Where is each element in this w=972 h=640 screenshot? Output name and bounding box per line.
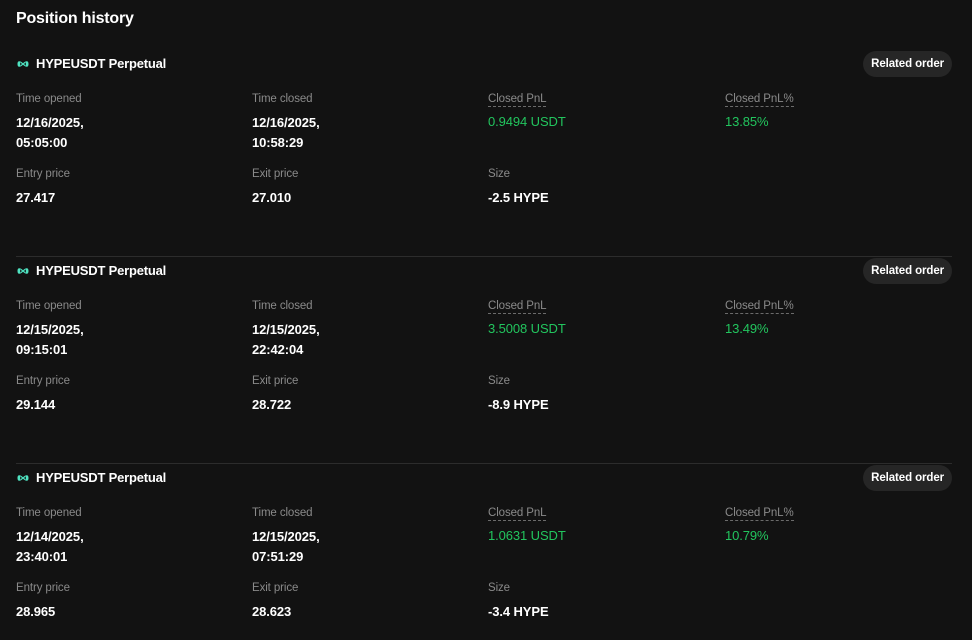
time-opened-date: 12/14/2025, bbox=[16, 529, 84, 544]
closed-pnl-pct-value: 13.49% bbox=[725, 321, 769, 336]
time-opened-time: 23:40:01 bbox=[16, 549, 68, 564]
time-opened-value: 12/16/2025, 05:05:00 bbox=[16, 113, 236, 153]
time-closed-value: 12/15/2025, 22:42:04 bbox=[252, 320, 472, 360]
size-value: -2.5 HYPE bbox=[488, 190, 549, 205]
closed-pnl-label[interactable]: Closed PnL bbox=[488, 93, 547, 107]
entry-price-field: Entry price 28.965 bbox=[16, 578, 236, 622]
time-closed-label: Time closed bbox=[252, 93, 313, 105]
time-opened-field: Time opened 12/16/2025, 05:05:00 bbox=[16, 89, 236, 153]
closed-pnl-field: Closed PnL 1.0631 USDT bbox=[488, 503, 708, 546]
closed-pnl-pct-label[interactable]: Closed PnL% bbox=[725, 300, 794, 314]
exit-price-label: Exit price bbox=[252, 168, 299, 180]
time-opened-value: 12/14/2025, 23:40:01 bbox=[16, 527, 236, 567]
symbol-link[interactable]: HYPEUSDT Perpetual bbox=[16, 264, 166, 278]
time-closed-date: 12/16/2025, bbox=[252, 115, 320, 130]
size-label: Size bbox=[488, 168, 510, 180]
entry-price-label: Entry price bbox=[16, 375, 70, 387]
time-closed-time: 07:51:29 bbox=[252, 549, 304, 564]
size-field: Size -3.4 HYPE bbox=[488, 578, 708, 622]
time-closed-label: Time closed bbox=[252, 300, 313, 312]
card-header: HYPEUSDT Perpetual Related order bbox=[16, 50, 952, 78]
size-label: Size bbox=[488, 375, 510, 387]
time-opened-value: 12/15/2025, 09:15:01 bbox=[16, 320, 236, 360]
time-opened-time: 09:15:01 bbox=[16, 342, 68, 357]
time-closed-field: Time closed 12/15/2025, 07:51:29 bbox=[252, 503, 472, 567]
hyperliquid-icon bbox=[17, 61, 29, 67]
closed-pnl-pct-value: 10.79% bbox=[725, 528, 769, 543]
position-card: HYPEUSDT Perpetual Related order Time op… bbox=[16, 464, 952, 640]
size-field: Size -8.9 HYPE bbox=[488, 371, 708, 415]
closed-pnl-pct-value: 13.85% bbox=[725, 114, 769, 129]
size-value: -3.4 HYPE bbox=[488, 604, 549, 619]
hyperliquid-icon bbox=[17, 475, 29, 481]
symbol-name: HYPEUSDT Perpetual bbox=[36, 470, 167, 485]
time-closed-field: Time closed 12/16/2025, 10:58:29 bbox=[252, 89, 472, 153]
time-closed-date: 12/15/2025, bbox=[252, 529, 320, 544]
card-header: HYPEUSDT Perpetual Related order bbox=[16, 464, 952, 492]
time-opened-date: 12/16/2025, bbox=[16, 115, 84, 130]
closed-pnl-field: Closed PnL 3.5008 USDT bbox=[488, 296, 708, 339]
closed-pnl-pct-field: Closed PnL% 13.49% bbox=[725, 296, 945, 339]
exit-price-value: 27.010 bbox=[252, 190, 292, 205]
entry-price-value: 29.144 bbox=[16, 397, 56, 412]
time-closed-time: 10:58:29 bbox=[252, 135, 304, 150]
exit-price-field: Exit price 28.623 bbox=[252, 578, 472, 622]
time-closed-date: 12/15/2025, bbox=[252, 322, 320, 337]
time-opened-field: Time opened 12/15/2025, 09:15:01 bbox=[16, 296, 236, 360]
size-field: Size -2.5 HYPE bbox=[488, 164, 708, 208]
symbol-name: HYPEUSDT Perpetual bbox=[36, 56, 167, 71]
symbol-name: HYPEUSDT Perpetual bbox=[36, 263, 167, 278]
entry-price-label: Entry price bbox=[16, 168, 70, 180]
position-card: HYPEUSDT Perpetual Related order Time op… bbox=[16, 257, 952, 464]
closed-pnl-pct-label[interactable]: Closed PnL% bbox=[725, 93, 794, 107]
closed-pnl-label[interactable]: Closed PnL bbox=[488, 507, 547, 521]
exit-price-field: Exit price 28.722 bbox=[252, 371, 472, 415]
time-closed-field: Time closed 12/15/2025, 22:42:04 bbox=[252, 296, 472, 360]
position-card: HYPEUSDT Perpetual Related order Time op… bbox=[16, 50, 952, 257]
time-opened-date: 12/15/2025, bbox=[16, 322, 84, 337]
entry-price-value: 28.965 bbox=[16, 604, 56, 619]
card-header: HYPEUSDT Perpetual Related order bbox=[16, 257, 952, 285]
related-order-button[interactable]: Related order bbox=[863, 51, 952, 77]
closed-pnl-value: 0.9494 USDT bbox=[488, 114, 566, 129]
symbol-link[interactable]: HYPEUSDT Perpetual bbox=[16, 471, 166, 485]
closed-pnl-pct-field: Closed PnL% 13.85% bbox=[725, 89, 945, 132]
time-opened-time: 05:05:00 bbox=[16, 135, 68, 150]
time-closed-time: 22:42:04 bbox=[252, 342, 304, 357]
page-title: Position history bbox=[16, 10, 134, 27]
closed-pnl-pct-label[interactable]: Closed PnL% bbox=[725, 507, 794, 521]
time-closed-label: Time closed bbox=[252, 507, 313, 519]
exit-price-value: 28.722 bbox=[252, 397, 292, 412]
closed-pnl-field: Closed PnL 0.9494 USDT bbox=[488, 89, 708, 132]
time-opened-field: Time opened 12/14/2025, 23:40:01 bbox=[16, 503, 236, 567]
entry-price-field: Entry price 27.417 bbox=[16, 164, 236, 208]
time-closed-value: 12/15/2025, 07:51:29 bbox=[252, 527, 472, 567]
time-opened-label: Time opened bbox=[16, 300, 82, 312]
related-order-button[interactable]: Related order bbox=[863, 465, 952, 491]
exit-price-label: Exit price bbox=[252, 375, 299, 387]
hyperliquid-icon bbox=[17, 268, 29, 274]
related-order-button[interactable]: Related order bbox=[863, 258, 952, 284]
closed-pnl-value: 3.5008 USDT bbox=[488, 321, 566, 336]
size-label: Size bbox=[488, 582, 510, 594]
exit-price-label: Exit price bbox=[252, 582, 299, 594]
closed-pnl-value: 1.0631 USDT bbox=[488, 528, 566, 543]
time-closed-value: 12/16/2025, 10:58:29 bbox=[252, 113, 472, 153]
closed-pnl-label[interactable]: Closed PnL bbox=[488, 300, 547, 314]
exit-price-field: Exit price 27.010 bbox=[252, 164, 472, 208]
entry-price-value: 27.417 bbox=[16, 190, 56, 205]
entry-price-label: Entry price bbox=[16, 582, 70, 594]
time-opened-label: Time opened bbox=[16, 507, 82, 519]
closed-pnl-pct-field: Closed PnL% 10.79% bbox=[725, 503, 945, 546]
time-opened-label: Time opened bbox=[16, 93, 82, 105]
exit-price-value: 28.623 bbox=[252, 604, 292, 619]
symbol-link[interactable]: HYPEUSDT Perpetual bbox=[16, 57, 166, 71]
entry-price-field: Entry price 29.144 bbox=[16, 371, 236, 415]
size-value: -8.9 HYPE bbox=[488, 397, 549, 412]
